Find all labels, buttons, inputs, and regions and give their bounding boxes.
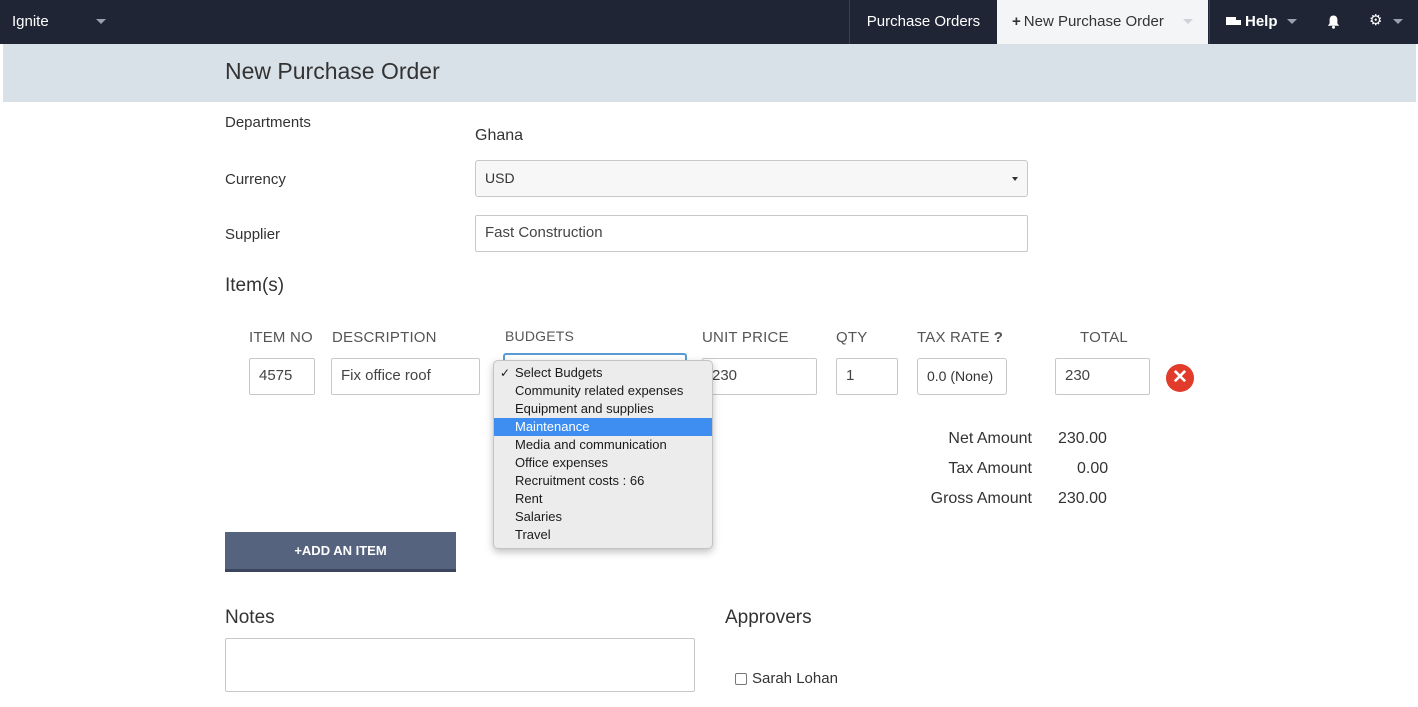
budget-option[interactable]: Salaries — [494, 508, 712, 526]
plus-icon: + — [294, 543, 302, 558]
tax-help-icon[interactable]: ? — [994, 329, 1003, 346]
tax-amount-label: Tax Amount — [948, 460, 1032, 477]
budget-option[interactable]: Travel — [494, 526, 712, 544]
nav-new-purchase-order-label: New Purchase Order — [1023, 13, 1164, 30]
supplier-input[interactable]: Fast Construction — [475, 215, 1028, 252]
page-header — [3, 44, 1416, 102]
items-section-title: Item(s) — [225, 275, 285, 296]
net-amount-label: Net Amount — [948, 430, 1032, 447]
col-header-item-no: ITEM NO — [249, 329, 313, 346]
page-title: New Purchase Order — [225, 58, 440, 84]
col-header-tax-rate-label: TAX RATE — [917, 329, 990, 346]
gross-amount-value: 230.00 — [1058, 490, 1107, 507]
col-header-qty: QTY — [836, 329, 868, 346]
nav-help-label: Help — [1245, 13, 1278, 30]
remove-item-icon[interactable]: ✕ — [1166, 364, 1194, 392]
tax-amount-value: 0.00 — [1077, 460, 1109, 477]
plus-icon: + — [1012, 13, 1021, 30]
budget-option[interactable]: Recruitment costs : 66 — [494, 472, 712, 490]
col-header-tax-rate: TAX RATE? — [917, 329, 1003, 346]
bell-icon[interactable] — [1327, 15, 1340, 29]
supplier-label: Supplier — [225, 226, 281, 243]
budget-option-highlighted[interactable]: Maintenance — [494, 418, 712, 436]
net-amount-value: 230.00 — [1058, 430, 1107, 447]
nav-help[interactable]: Help — [1209, 0, 1313, 44]
budget-option[interactable]: Rent — [494, 490, 712, 508]
currency-value: USD — [485, 170, 515, 186]
nav-new-purchase-order[interactable]: + New Purchase Order — [997, 0, 1208, 44]
approver-name: Sarah Lohan — [752, 670, 838, 687]
gear-icon[interactable]: ⚙ — [1369, 13, 1385, 29]
notes-title: Notes — [225, 607, 275, 628]
approver-checkbox[interactable] — [735, 673, 747, 685]
chevron-down-icon[interactable] — [96, 19, 106, 24]
budget-option[interactable]: Equipment and supplies — [494, 400, 712, 418]
col-header-unit-price: UNIT PRICE — [702, 329, 789, 346]
departments-value: Ghana — [475, 127, 524, 144]
col-header-total: TOTAL — [1080, 329, 1128, 346]
brand-menu[interactable]: Ignite — [12, 13, 49, 30]
add-item-label: ADD AN ITEM — [301, 543, 387, 558]
unit-price-input[interactable]: 230 — [702, 358, 817, 395]
col-header-budgets: BUDGETS — [505, 328, 575, 344]
notes-textarea[interactable] — [225, 638, 695, 692]
approvers-title: Approvers — [725, 607, 812, 628]
qty-input[interactable]: 1 — [836, 358, 898, 395]
chevron-down-icon[interactable] — [1287, 19, 1297, 24]
chevron-down-icon — [1012, 177, 1018, 181]
truck-icon — [1226, 17, 1241, 27]
description-input[interactable]: Fix office roof — [331, 358, 480, 395]
departments-label: Departments — [225, 114, 311, 131]
gross-amount-label: Gross Amount — [930, 490, 1032, 507]
chevron-down-icon[interactable] — [1393, 19, 1403, 24]
budget-option[interactable]: Media and communication — [494, 436, 712, 454]
tax-rate-select[interactable]: 0.0 (None) — [917, 358, 1007, 395]
tax-rate-value: 0.0 (None) — [927, 368, 994, 384]
checkmark-icon: ✓ — [500, 366, 511, 380]
currency-label: Currency — [225, 171, 286, 188]
budget-option-label: Select Budgets — [515, 365, 603, 380]
add-item-button[interactable]: +ADD AN ITEM — [225, 532, 456, 572]
col-header-description: DESCRIPTION — [332, 329, 437, 346]
top-navbar: Ignite Purchase Orders + New Purchase Ord… — [0, 0, 1418, 44]
budget-dropdown-menu: ✓ Select Budgets Community related expens… — [493, 360, 713, 549]
nav-purchase-orders[interactable]: Purchase Orders — [849, 0, 997, 44]
budget-option[interactable]: Office expenses — [494, 454, 712, 472]
chevron-down-icon[interactable] — [1183, 19, 1193, 24]
item-no-input[interactable]: 4575 — [249, 358, 315, 395]
budget-option[interactable]: ✓ Select Budgets — [494, 364, 712, 382]
total-input: 230 — [1055, 358, 1150, 395]
budget-option[interactable]: Community related expenses — [494, 382, 712, 400]
currency-select[interactable]: USD — [475, 160, 1028, 197]
